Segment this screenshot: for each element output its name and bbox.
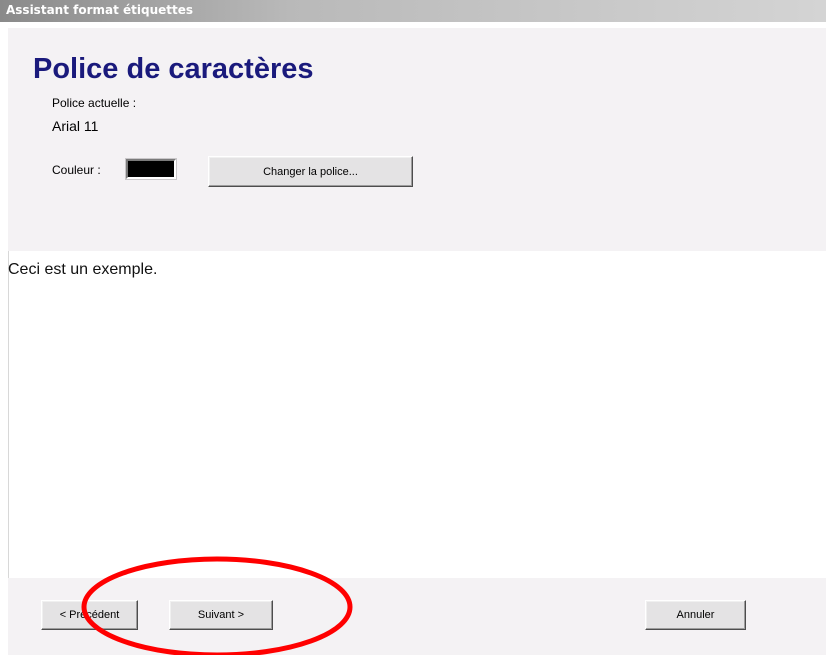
preview-border	[8, 251, 9, 578]
cancel-button[interactable]: Annuler	[645, 600, 746, 630]
current-font-label: Police actuelle :	[52, 96, 137, 110]
page-title: Police de caractères	[33, 53, 314, 85]
wizard-header: Police de caractères Police actuelle : A…	[8, 28, 826, 251]
wizard-footer: < Précédent Suivant > Annuler	[8, 578, 826, 655]
window-title: Assistant format étiquettes	[6, 3, 194, 17]
color-swatch[interactable]	[125, 158, 177, 180]
sample-text: Ceci est un exemple.	[8, 261, 158, 278]
previous-button[interactable]: < Précédent	[41, 600, 138, 630]
color-label: Couleur :	[52, 163, 101, 177]
change-font-button[interactable]: Changer la police...	[208, 156, 413, 187]
next-button[interactable]: Suivant >	[169, 600, 273, 630]
window-titlebar: Assistant format étiquettes	[0, 0, 826, 22]
current-font-value: Arial 11	[52, 118, 99, 134]
